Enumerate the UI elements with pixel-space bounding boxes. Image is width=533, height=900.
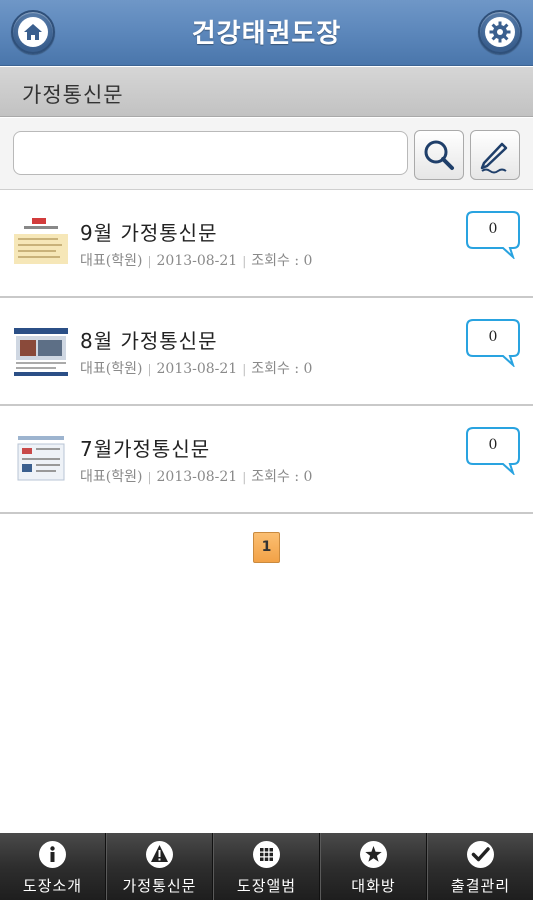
tab-label: 출결관리 bbox=[450, 877, 511, 895]
check-icon bbox=[467, 841, 494, 868]
tab-label: 도장앨범 bbox=[236, 877, 297, 895]
comment-count-badge[interactable]: 0 bbox=[466, 211, 520, 261]
post-title: 7월가정통신문 bbox=[80, 437, 211, 461]
app-title: 건강태권도장 bbox=[191, 19, 342, 49]
tab-album[interactable]: 도장앨범 bbox=[213, 833, 320, 900]
post-views: 조회수 : 0 bbox=[251, 361, 313, 377]
post-date: 2013-08-21 bbox=[156, 361, 238, 377]
pen-icon bbox=[480, 142, 508, 174]
post-views: 조회수 : 0 bbox=[251, 253, 313, 269]
comment-count: 0 bbox=[488, 221, 498, 237]
post-meta: 대표(학원) | 2013-08-21 | 조회수 : 0 bbox=[80, 469, 313, 485]
search-icon bbox=[424, 140, 454, 170]
warning-icon bbox=[146, 841, 173, 868]
post-title: 9월 가정통신문 bbox=[80, 221, 218, 245]
search-input[interactable] bbox=[13, 131, 408, 175]
post-author: 대표(학원) bbox=[80, 469, 143, 485]
page-button-current[interactable]: 1 bbox=[253, 532, 280, 563]
post-meta: 대표(학원) | 2013-08-21 | 조회수 : 0 bbox=[80, 361, 313, 377]
comment-count: 0 bbox=[488, 437, 498, 453]
app-header: 건강태권도장 bbox=[0, 0, 533, 66]
post-thumbnail bbox=[14, 214, 68, 270]
comment-count: 0 bbox=[488, 329, 498, 345]
tab-label: 도장소개 bbox=[22, 877, 83, 895]
post-date: 2013-08-21 bbox=[156, 253, 238, 269]
gear-icon bbox=[489, 21, 511, 43]
list-item[interactable]: 9월 가정통신문 대표(학원) | 2013-08-21 | 조회수 : 0 0 bbox=[0, 190, 533, 298]
settings-button[interactable] bbox=[478, 10, 522, 54]
list-item[interactable]: 8월 가정통신문 대표(학원) | 2013-08-21 | 조회수 : 0 0 bbox=[0, 298, 533, 406]
post-thumbnail bbox=[14, 322, 68, 378]
post-list: 9월 가정통신문 대표(학원) | 2013-08-21 | 조회수 : 0 0 8월 … bbox=[0, 190, 533, 514]
star-icon bbox=[360, 841, 387, 868]
comment-count-badge[interactable]: 0 bbox=[466, 319, 520, 369]
tab-newsletter[interactable]: 가정통신문 bbox=[106, 833, 213, 900]
bottom-tab-bar: 도장소개 가정통신문 도장앨범 대화방 출결관리 bbox=[0, 833, 533, 900]
search-bar bbox=[0, 118, 533, 190]
tab-label: 대화방 bbox=[351, 877, 396, 895]
grid-icon bbox=[253, 841, 280, 868]
section-title: 가정통신문 bbox=[22, 83, 124, 107]
post-title: 8월 가정통신문 bbox=[80, 329, 218, 353]
post-views: 조회수 : 0 bbox=[251, 469, 313, 485]
post-author: 대표(학원) bbox=[80, 253, 143, 269]
search-button[interactable] bbox=[414, 130, 464, 180]
tab-chat[interactable]: 대화방 bbox=[320, 833, 427, 900]
write-button[interactable] bbox=[470, 130, 520, 180]
info-icon bbox=[39, 841, 66, 868]
tab-attendance[interactable]: 출결관리 bbox=[427, 833, 533, 900]
tab-intro[interactable]: 도장소개 bbox=[0, 833, 106, 900]
list-item[interactable]: 7월가정통신문 대표(학원) | 2013-08-21 | 조회수 : 0 0 bbox=[0, 406, 533, 514]
tab-label: 가정통신문 bbox=[122, 877, 197, 895]
post-meta: 대표(학원) | 2013-08-21 | 조회수 : 0 bbox=[80, 253, 313, 269]
section-bar: 가정통신문 bbox=[0, 67, 533, 117]
post-date: 2013-08-21 bbox=[156, 469, 238, 485]
post-author: 대표(학원) bbox=[80, 361, 143, 377]
post-thumbnail bbox=[14, 430, 68, 486]
comment-count-badge[interactable]: 0 bbox=[466, 427, 520, 477]
